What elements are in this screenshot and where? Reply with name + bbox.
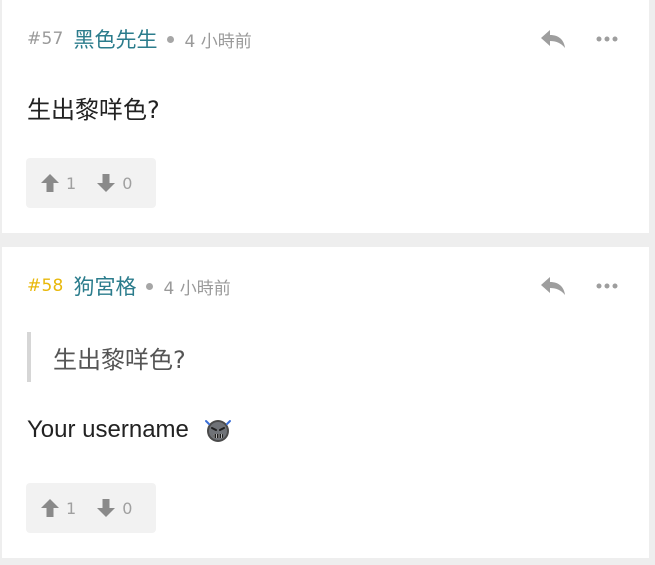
username-link[interactable]: 狗宮格 xyxy=(73,271,136,301)
thumbs-up-arrow-icon xyxy=(41,499,59,517)
vote-bar: 1 0 xyxy=(26,483,156,533)
downvote-count: 0 xyxy=(122,173,133,193)
downvote-count: 0 xyxy=(122,498,133,518)
post-number[interactable]: #58 xyxy=(27,276,63,296)
post-meta: #58 狗宮格 4 小時前 xyxy=(27,273,231,299)
comment-post: #57 黑色先生 4 小時前 生出黎咩色? 1 0 xyxy=(2,0,649,233)
post-meta: #57 黑色先生 4 小時前 xyxy=(27,26,252,52)
upvote-button[interactable]: 1 xyxy=(40,173,76,193)
post-time: 4 小時前 xyxy=(184,31,252,52)
more-options-button[interactable] xyxy=(592,24,622,54)
reply-button[interactable] xyxy=(538,24,568,54)
reply-icon xyxy=(541,30,565,48)
post-number[interactable]: #57 xyxy=(27,29,63,49)
separator-dot xyxy=(146,282,154,290)
more-options-button[interactable] xyxy=(592,271,622,301)
post-time: 4 小時前 xyxy=(163,278,231,299)
upvote-count: 1 xyxy=(66,498,77,518)
upvote-count: 1 xyxy=(66,173,77,193)
username-link[interactable]: 黑色先生 xyxy=(73,24,157,54)
post-actions xyxy=(538,271,622,301)
comment-post: #58 狗宮格 4 小時前 生出黎咩色? Your username 1 0 xyxy=(2,247,649,558)
more-options-icon xyxy=(596,283,618,289)
angry-face-icon xyxy=(204,420,231,442)
more-options-icon xyxy=(596,36,618,42)
quote-text: 生出黎咩色? xyxy=(53,345,186,374)
post-actions xyxy=(538,24,622,54)
upvote-button[interactable]: 1 xyxy=(40,498,76,518)
downvote-button[interactable]: 0 xyxy=(96,173,132,193)
vote-bar: 1 0 xyxy=(26,158,156,208)
thumbs-down-arrow-icon xyxy=(97,499,116,517)
thumbs-down-arrow-icon xyxy=(97,174,116,192)
post-body-text: Your username xyxy=(27,416,189,443)
post-body: 生出黎咩色? xyxy=(27,96,160,124)
downvote-button[interactable]: 0 xyxy=(96,498,132,518)
comment-feed: #57 黑色先生 4 小時前 生出黎咩色? 1 0 #58 狗宮格 4 小時前 … xyxy=(0,0,655,565)
post-body: Your username xyxy=(27,415,233,445)
reply-icon xyxy=(541,277,565,295)
thumbs-up-arrow-icon xyxy=(41,174,59,192)
quoted-post[interactable]: 生出黎咩色? xyxy=(27,332,186,382)
separator-dot xyxy=(167,35,175,43)
reply-button[interactable] xyxy=(538,271,568,301)
